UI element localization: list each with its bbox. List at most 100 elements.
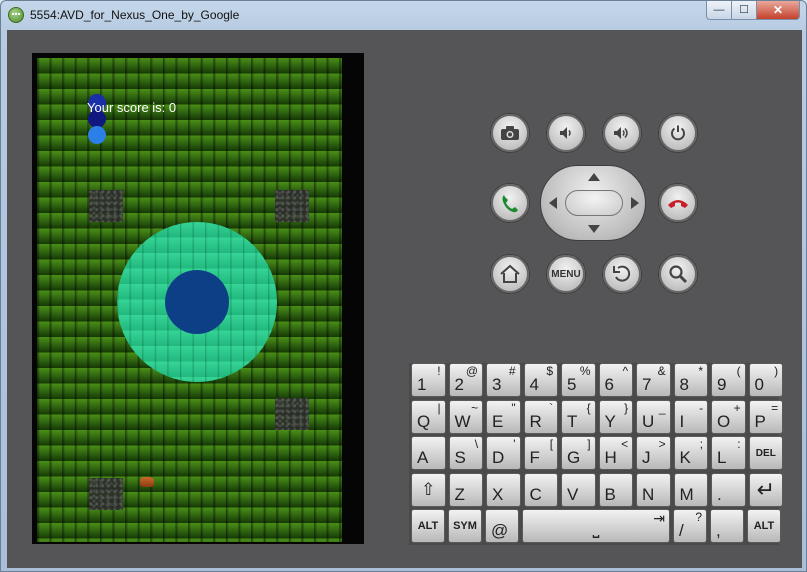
end-call-button[interactable] [658,183,698,223]
dpad-left-icon[interactable] [549,197,557,209]
android-app-icon [8,7,24,23]
close-button[interactable]: ✕ [757,1,800,20]
camera-button[interactable] [490,113,530,153]
dpad-right-icon[interactable] [631,197,639,209]
window-buttons: — ☐ ✕ [706,1,800,21]
key-row1-0[interactable]: 1! [411,363,446,397]
game-screen[interactable]: Your score is: 0 [37,58,342,542]
search-button[interactable] [658,254,698,294]
radar-outer-circle [117,222,277,382]
key-row3-0[interactable]: A [411,436,446,470]
key-row1-8[interactable]: 9( [711,363,746,397]
key-row4-1[interactable]: Z [448,473,484,507]
key-alt-label: & [657,364,666,378]
food-item [140,477,154,487]
key-label: F [529,448,540,467]
key-row3-5[interactable]: H < [598,436,634,470]
key-row3-3[interactable]: F[ [523,436,559,470]
stone-block [89,190,123,222]
key-row1-3[interactable]: 4 $ [523,363,559,397]
key-alt-label: \ [474,437,479,451]
key-alt-label: ^ [622,364,629,378]
key-sym[interactable]: SYM [448,509,482,543]
key-row1-4[interactable]: 5% [561,363,596,397]
key-label: M [679,485,694,504]
power-button[interactable] [658,113,698,153]
key-row3-9[interactable]: DEL [748,436,784,470]
key-alt-label: ` [549,401,554,415]
home-icon [500,264,520,283]
key-row2-5[interactable]: Y} [598,400,634,434]
key-label: R [529,412,542,431]
key-label: ⇧ [421,480,436,499]
key-alt-label: % [579,364,591,378]
maximize-button[interactable]: ☐ [732,1,757,20]
key-label: V [567,485,579,504]
dpad[interactable] [540,165,646,241]
key-alt-label: * [698,364,704,378]
key-row4-6[interactable]: N [636,473,671,507]
key-row3-4[interactable]: G] [561,436,596,470]
key-alt-label: - [699,401,704,415]
key-row1-6[interactable]: 7 & [636,363,671,397]
key-alt-left[interactable]: ALT [411,509,445,543]
key-space[interactable]: ⎵ ⇥ [522,509,670,543]
key-comma[interactable]: , [710,509,744,543]
key-row2-6[interactable]: U _ [636,400,671,434]
key-row3-2[interactable]: D ' [486,436,521,470]
key-row4-7[interactable]: M [673,473,709,507]
key-label: S [454,448,466,467]
key-alt-right[interactable]: ALT [747,509,781,543]
key-row1-5[interactable]: 6 ^ [598,363,634,397]
volume-down-icon [560,127,571,139]
key-slash[interactable]: /? [673,509,707,543]
key-alt-label: ' [513,437,516,451]
key-row2-1[interactable]: W ~ [448,400,484,434]
key-label: C [529,485,542,504]
key-row2-9[interactable]: P = [748,400,784,434]
call-button[interactable] [490,183,530,223]
key-row2-7[interactable]: I- [673,400,709,434]
key-row3-8[interactable]: L: [711,436,746,470]
key-alt-label: } [624,401,629,415]
title-bar[interactable]: 5554:AVD_for_Nexus_One_by_Google — ☐ ✕ [1,1,806,30]
key-row4-0[interactable]: ⇧ [411,473,446,507]
menu-button[interactable]: MENU [546,254,586,294]
key-row2-3[interactable]: R ` [523,400,559,434]
dpad-down-icon[interactable] [588,225,600,233]
key-row4-3[interactable]: C [523,473,559,507]
key-alt-label: ; [699,437,704,451]
key-row4-9[interactable]: ↵ [748,473,784,507]
key-label: B [604,485,616,504]
key-label: . [717,485,722,504]
key-row1-9[interactable]: 0) [748,363,784,397]
key-row2-8[interactable]: O + [711,400,746,434]
key-label: Z [454,485,465,504]
back-button[interactable] [602,254,642,294]
dpad-up-icon[interactable] [588,173,600,181]
key-row2-4[interactable]: T{ [561,400,596,434]
key-row3-6[interactable]: J > [636,436,671,470]
home-button[interactable] [490,254,530,294]
key-at[interactable]: @ [485,509,519,543]
key-row1-7[interactable]: 8 * [673,363,709,397]
key-label: J [642,448,651,467]
key-row1-1[interactable]: 2 @ [448,363,484,397]
minimize-button[interactable]: — [706,1,732,20]
back-icon [613,265,631,282]
volume-up-button[interactable] [602,113,642,153]
key-row4-8[interactable]: . [711,473,746,507]
key-label: L [717,448,727,467]
key-row2-0[interactable]: Q | [411,400,446,434]
volume-down-button[interactable] [546,113,586,153]
key-row4-5[interactable]: B [598,473,634,507]
key-label: 1 [417,375,427,394]
key-row1-2[interactable]: 3 # [486,363,521,397]
key-row3-7[interactable]: K; [673,436,709,470]
key-alt-label: + [733,401,741,415]
key-row2-2[interactable]: E " [486,400,521,434]
key-row3-1[interactable]: S \ [448,436,484,470]
dpad-center-button[interactable] [565,190,623,216]
key-row4-2[interactable]: X [486,473,521,507]
key-row4-4[interactable]: V [561,473,596,507]
